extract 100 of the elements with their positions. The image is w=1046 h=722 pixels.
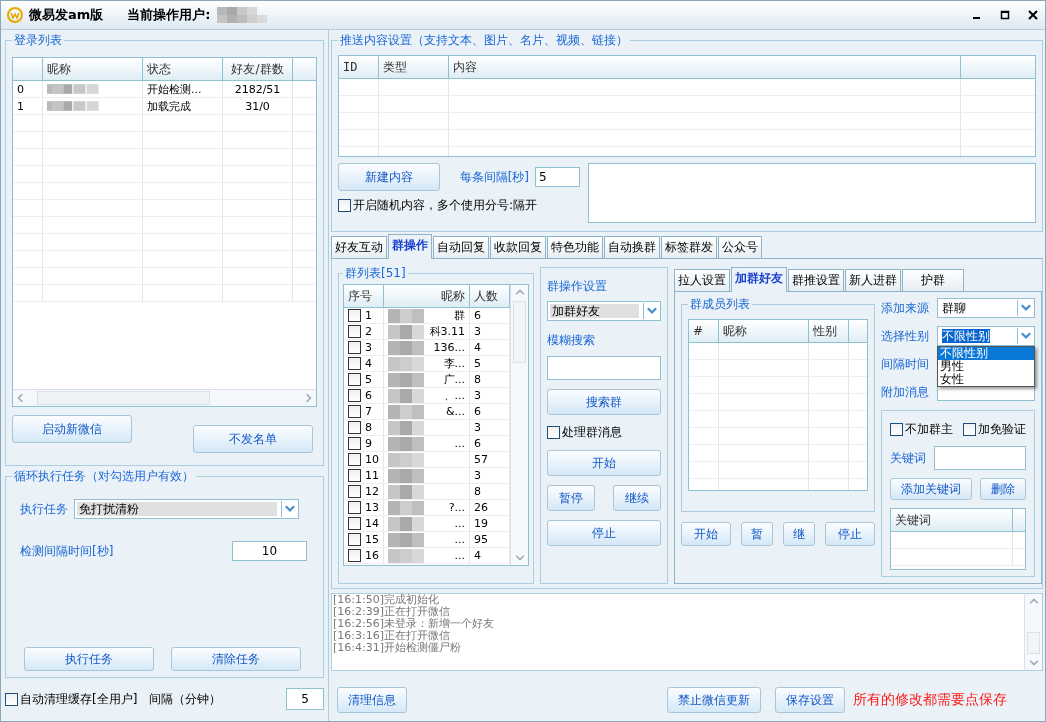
checkbox[interactable]: [348, 453, 361, 466]
tab[interactable]: 护群: [902, 269, 964, 291]
checkbox[interactable]: [348, 421, 361, 434]
close-icon[interactable]: [1027, 9, 1039, 21]
tab[interactable]: 新人进群: [845, 269, 901, 291]
chevron-down-icon: [1017, 328, 1034, 344]
vertical-scrollbar[interactable]: [510, 285, 528, 565]
table-cell: 3: [474, 469, 481, 482]
dropdown-option[interactable]: 不限性别: [938, 347, 1034, 360]
blocklist-button[interactable]: 不发名单: [193, 425, 313, 453]
pause-button[interactable]: 暂: [741, 522, 773, 546]
checkbox[interactable]: [348, 549, 361, 562]
checkbox[interactable]: [338, 199, 351, 212]
table-cell: 3: [474, 325, 481, 338]
pixelated-redaction: [388, 500, 424, 515]
checkbox[interactable]: [348, 485, 361, 498]
table-cell: 6: [474, 309, 481, 322]
tab[interactable]: 好友互动: [331, 236, 387, 258]
field-label: 间隔（分钟）: [149, 690, 222, 708]
tab[interactable]: 收款回复: [490, 236, 546, 258]
tab[interactable]: 群操作: [388, 234, 432, 259]
vertical-scrollbar[interactable]: [1024, 594, 1042, 670]
tab[interactable]: 标签群发: [661, 236, 717, 258]
tab[interactable]: 自动换群: [604, 236, 660, 258]
new-content-button[interactable]: 新建内容: [338, 163, 440, 191]
search-group-button[interactable]: 搜索群: [547, 389, 661, 415]
pixelated-redaction: [388, 516, 424, 531]
checkbox[interactable]: [348, 517, 361, 530]
add-keyword-button[interactable]: 添加关键词: [890, 478, 972, 500]
gender-dropdown[interactable]: 不限性别: [937, 326, 1035, 346]
interval-field[interactable]: 5: [535, 167, 580, 187]
tab[interactable]: 特色功能: [547, 236, 603, 258]
window-title: 微易发am版: [29, 6, 104, 24]
tab[interactable]: 拉人设置: [674, 269, 730, 291]
dropdown-option[interactable]: 男性: [938, 360, 1034, 373]
tab[interactable]: 群推设置: [788, 269, 844, 291]
maximize-icon[interactable]: [999, 9, 1011, 21]
save-settings-button[interactable]: 保存设置: [775, 687, 845, 713]
start-wechat-button[interactable]: 启动新微信: [12, 415, 132, 443]
table-cell: ?...: [448, 501, 465, 514]
stop-button[interactable]: 停止: [825, 522, 875, 546]
checkbox[interactable]: [890, 423, 903, 436]
run-task-button[interactable]: 执行任务: [24, 647, 154, 671]
stop-button[interactable]: 停止: [547, 520, 661, 546]
checkbox[interactable]: [5, 692, 18, 706]
search-field[interactable]: [547, 356, 661, 380]
resume-button[interactable]: 继续: [613, 485, 661, 511]
checkbox[interactable]: [348, 309, 361, 322]
scrollbar-thumb[interactable]: [1027, 632, 1040, 654]
checkbox[interactable]: [547, 426, 560, 439]
table-cell: 4: [474, 341, 481, 354]
table-cell: ...: [454, 517, 465, 530]
dropdown-option[interactable]: 女性: [938, 373, 1034, 386]
interval-field[interactable]: 10: [232, 541, 307, 561]
table-cell: 11: [365, 469, 379, 482]
checkbox[interactable]: [348, 405, 361, 418]
table-cell: 9: [365, 437, 372, 450]
field-label: 附加消息: [881, 383, 929, 401]
checkbox[interactable]: [348, 469, 361, 482]
delete-button[interactable]: 删除: [980, 478, 1026, 500]
pixelated-redaction: [388, 308, 424, 323]
tab[interactable]: 公众号: [718, 236, 762, 258]
table-cell: 95: [474, 533, 488, 546]
checkbox-label: 处理群消息: [562, 424, 622, 441]
resume-button[interactable]: 继: [783, 522, 815, 546]
scrollbar-thumb[interactable]: [37, 391, 210, 405]
pause-button[interactable]: 暂停: [547, 485, 595, 511]
field-label: 每条间隔[秒]: [459, 168, 529, 186]
checkbox[interactable]: [348, 389, 361, 402]
checkbox[interactable]: [348, 533, 361, 546]
scrollbar-thumb[interactable]: [513, 301, 526, 363]
column-header: 内容: [449, 56, 961, 78]
tab[interactable]: 加群好友: [731, 267, 787, 292]
table-cell: 5: [365, 373, 372, 386]
task-dropdown[interactable]: 免打扰清粉: [74, 499, 299, 519]
start-button[interactable]: 开始: [547, 450, 661, 476]
checkbox[interactable]: [348, 325, 361, 338]
checkbox[interactable]: [963, 423, 976, 436]
checkbox[interactable]: [348, 501, 361, 514]
interval-field[interactable]: 5: [286, 688, 324, 710]
checkbox[interactable]: [348, 437, 361, 450]
table-cell: 8: [474, 485, 481, 498]
table-cell: 26: [474, 501, 488, 514]
table-cell: 4: [474, 549, 481, 562]
clear-log-button[interactable]: 清理信息: [337, 687, 407, 713]
table-cell: 14: [365, 517, 379, 530]
checkbox[interactable]: [348, 357, 361, 370]
clear-task-button[interactable]: 清除任务: [171, 647, 301, 671]
tab[interactable]: 自动回复: [433, 236, 489, 258]
table-cell: ...: [454, 533, 465, 546]
keyword-field[interactable]: [934, 446, 1026, 470]
operation-dropdown[interactable]: 加群好友: [547, 301, 661, 321]
block-update-button[interactable]: 禁止微信更新: [667, 687, 761, 713]
checkbox[interactable]: [348, 373, 361, 386]
checkbox[interactable]: [348, 341, 361, 354]
start-button[interactable]: 开始: [681, 522, 731, 546]
table-cell: 3: [365, 341, 372, 354]
source-dropdown[interactable]: 群聊: [937, 298, 1035, 318]
field-label: 间隔时间: [881, 355, 929, 373]
horizontal-scrollbar[interactable]: [13, 389, 316, 406]
